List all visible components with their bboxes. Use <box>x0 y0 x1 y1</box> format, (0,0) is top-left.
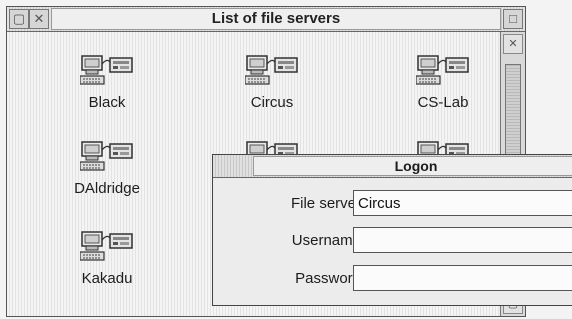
computer-icon <box>80 231 133 261</box>
computer-icon <box>80 141 133 171</box>
fileserver-label: File server <box>290 195 361 212</box>
back-icon[interactable]: ▢ <box>9 9 29 29</box>
computer-icon <box>416 55 469 85</box>
server-daldridge[interactable]: DAldridge <box>52 136 162 197</box>
server-label: Kakadu <box>81 270 133 287</box>
fileserver-input[interactable] <box>353 190 572 216</box>
logon-titlebar[interactable]: Logon <box>213 155 572 178</box>
logon-dialog: Logon File server Username Password <box>212 154 572 306</box>
scroll-up-icon[interactable]: ✕ <box>503 34 523 54</box>
server-label: DAldridge <box>74 180 140 197</box>
server-circus[interactable]: Circus <box>217 50 327 111</box>
server-kakadu[interactable]: Kakadu <box>52 226 162 287</box>
server-label: Circus <box>250 94 294 111</box>
toggle-size-icon[interactable]: □ <box>503 9 523 29</box>
window-titlebar[interactable]: ▢ ✕ List of file servers □ <box>7 7 525 32</box>
close-icon[interactable]: ✕ <box>29 9 49 29</box>
server-cs-lab[interactable]: CS-Lab <box>388 50 498 111</box>
server-label: CS-Lab <box>417 94 469 111</box>
server-black[interactable]: Black <box>52 50 162 111</box>
computer-icon <box>245 55 298 85</box>
password-input[interactable] <box>353 265 572 291</box>
username-label: Username <box>291 232 361 249</box>
username-input[interactable] <box>353 227 572 253</box>
server-label: Black <box>88 94 126 111</box>
window-title: List of file servers <box>51 8 501 30</box>
computer-icon <box>80 55 133 85</box>
logon-title: Logon <box>253 156 572 176</box>
password-label: Password <box>295 270 361 287</box>
